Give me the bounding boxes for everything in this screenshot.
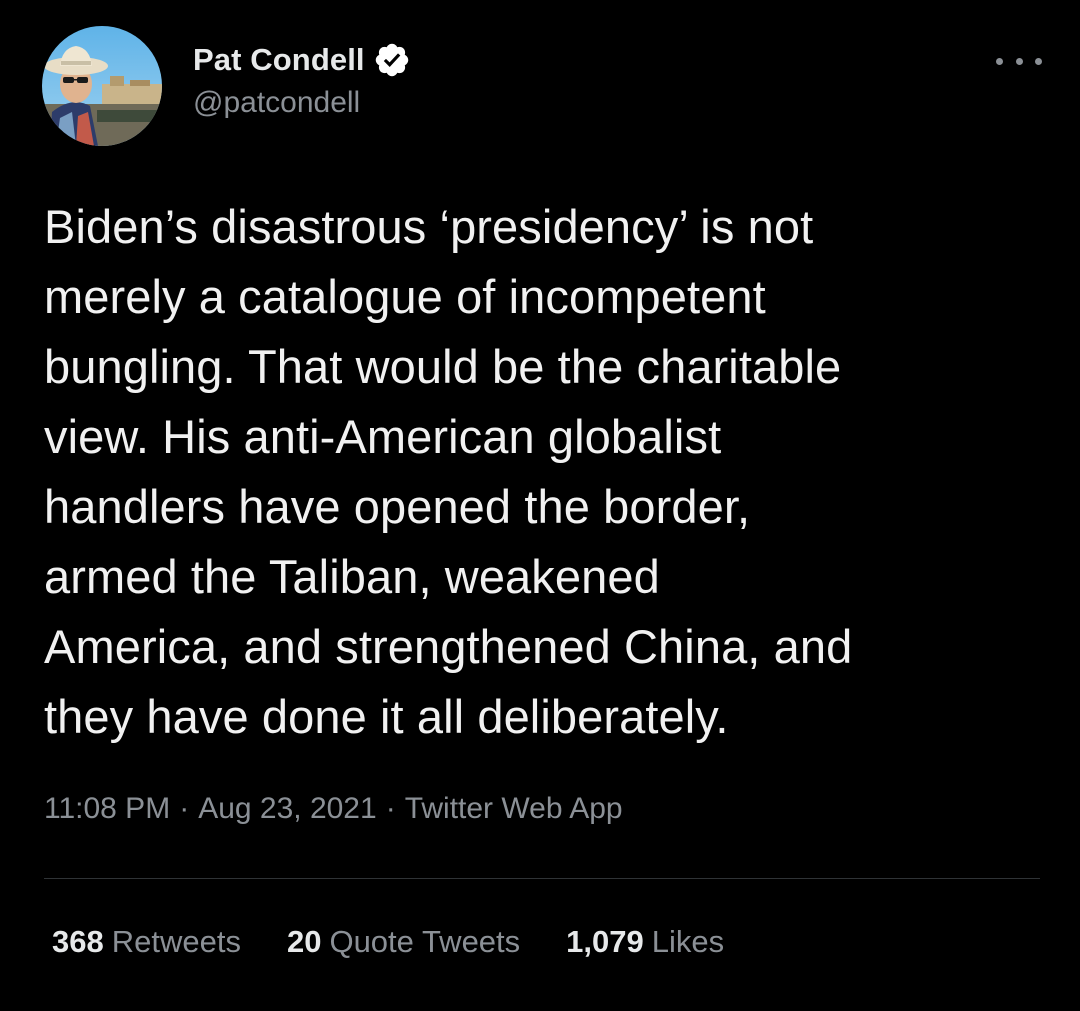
tweet-metadata: 11:08 PM · Aug 23, 2021 · Twitter Web Ap… [44, 792, 623, 826]
author-name-row: Pat Condell [193, 38, 411, 82]
likes-stat[interactable]: 1,079 Likes [566, 924, 724, 960]
verified-badge-icon [375, 43, 408, 77]
avatar-image [42, 26, 162, 146]
meta-separator: · [385, 792, 396, 825]
avatar[interactable] [42, 26, 162, 146]
more-options-button[interactable] [996, 46, 1042, 76]
tweet-detail: Pat Condell @patcondell Biden’s disastro… [0, 0, 1080, 1011]
tweet-text: Biden’s disastrous ‘presidency’ is not m… [44, 200, 853, 743]
likes-count: 1,079 [566, 924, 644, 959]
divider [44, 878, 1040, 879]
quote-tweets-stat[interactable]: 20 Quote Tweets [287, 924, 520, 960]
tweet-time[interactable]: 11:08 PM [44, 792, 170, 826]
tweet-source[interactable]: Twitter Web App [405, 792, 623, 826]
retweets-label: Retweets [111, 924, 241, 959]
more-options-icon [996, 57, 1003, 65]
author-info: Pat Condell @patcondell [193, 38, 411, 120]
author-handle[interactable]: @patcondell [193, 86, 411, 120]
meta-separator: · [179, 792, 190, 825]
quote-tweets-label: Quote Tweets [329, 924, 521, 959]
more-options-icon-dot [1035, 57, 1042, 65]
quote-tweets-count: 20 [286, 924, 322, 959]
tweet-stats: 368 Retweets 20 Quote Tweets 1,079 Likes [52, 924, 770, 960]
retweets-count: 368 [52, 924, 104, 959]
retweets-stat[interactable]: 368 Retweets [52, 924, 241, 960]
author-display-name[interactable]: Pat Condell [193, 42, 365, 78]
likes-label: Likes [651, 924, 725, 959]
tweet-date[interactable]: Aug 23, 2021 [198, 792, 377, 826]
more-options-icon-dot [1015, 57, 1023, 65]
